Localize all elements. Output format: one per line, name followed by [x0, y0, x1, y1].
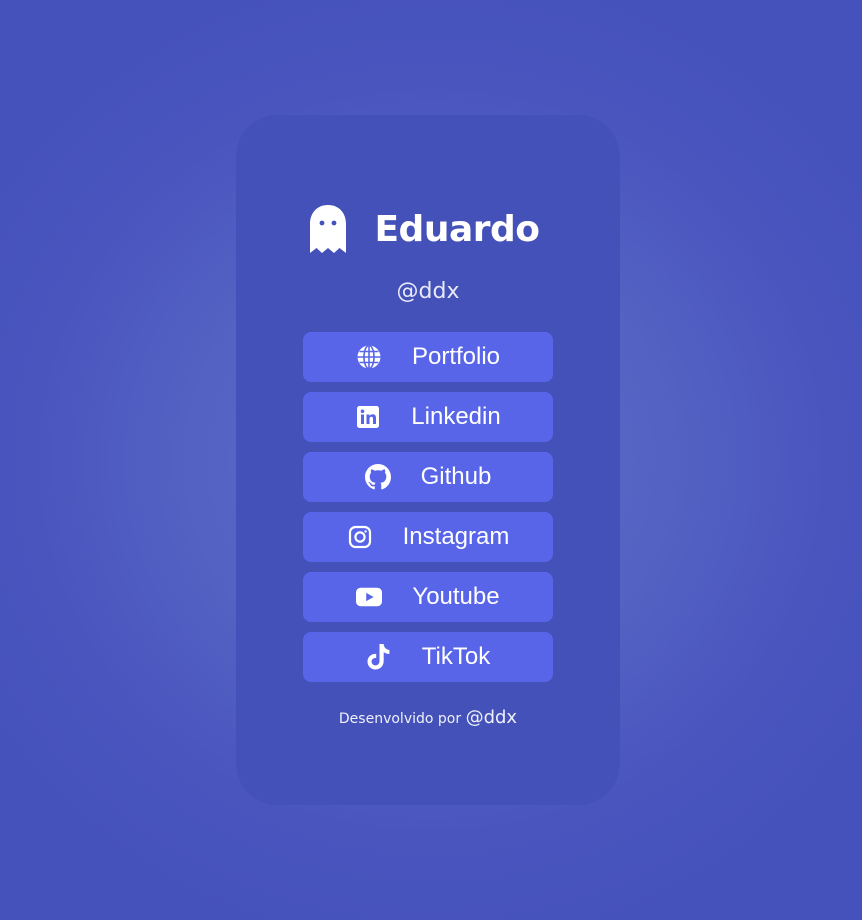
link-label: TikTok	[421, 643, 491, 670]
github-icon	[364, 464, 391, 490]
linkedin-link-button[interactable]: Linkedin	[303, 392, 553, 442]
footer-credit: Desenvolvido por @ddx	[236, 707, 620, 728]
profile-header: Eduardo	[236, 193, 620, 267]
youtube-icon	[356, 584, 383, 610]
link-label: Youtube	[412, 583, 500, 610]
profile-name: Eduardo	[374, 209, 540, 250]
profile-card: Eduardo @ddx Portfolio Linkedin Github I…	[236, 115, 620, 805]
link-label: Instagram	[402, 523, 510, 550]
instagram-link-button[interactable]: Instagram	[303, 512, 553, 562]
footer-text: Desenvolvido por	[338, 711, 462, 727]
profile-handle: @ddx	[396, 279, 460, 304]
github-link-button[interactable]: Github	[303, 452, 553, 502]
link-label: Portfolio	[411, 343, 501, 370]
link-label: Github	[420, 463, 492, 490]
youtube-link-button[interactable]: Youtube	[303, 572, 553, 622]
links-list: Portfolio Linkedin Github Instagram Yout…	[303, 332, 553, 692]
ghost-icon	[308, 205, 348, 255]
linkedin-icon	[355, 404, 381, 430]
tiktok-link-button[interactable]: TikTok	[303, 632, 553, 682]
tiktok-icon	[366, 644, 392, 670]
footer-author: @ddx	[465, 707, 518, 728]
globe-icon	[356, 344, 382, 370]
instagram-icon	[347, 524, 373, 550]
portfolio-link-button[interactable]: Portfolio	[303, 332, 553, 382]
link-label: Linkedin	[411, 403, 501, 430]
